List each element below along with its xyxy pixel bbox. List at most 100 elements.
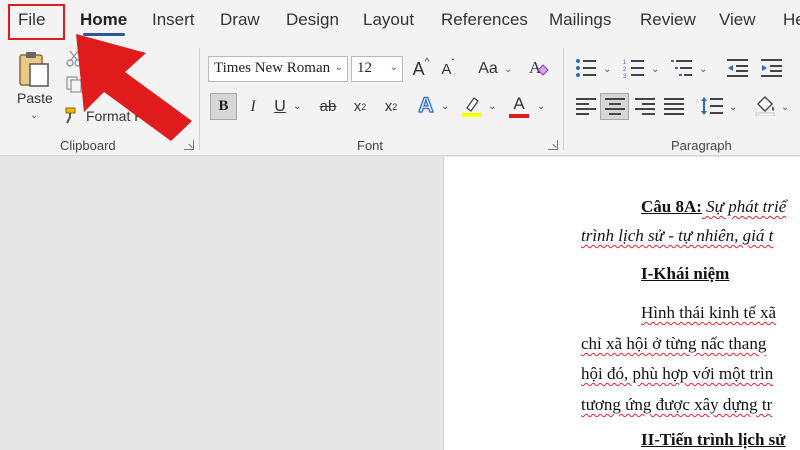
align-center-button[interactable] (603, 94, 627, 118)
numbering-icon: 1 2 3 (623, 60, 644, 78)
paragraph-line-4: tương ứng được xây dựng tr (581, 395, 773, 414)
font-color-button[interactable]: A (507, 92, 531, 120)
tab-review[interactable]: Review (640, 10, 696, 30)
strikethrough-button[interactable]: ab (316, 93, 340, 120)
question-heading: Câu 8A: (641, 197, 702, 216)
cut-button[interactable] (64, 48, 84, 68)
numbering-button[interactable]: 1 2 3 (622, 56, 646, 80)
align-right-button[interactable] (633, 94, 657, 118)
increase-indent-button[interactable] (760, 56, 784, 80)
doc-line-1: Câu 8A: Sự phát triể (641, 197, 786, 217)
question-title: Sự phát triể (701, 197, 787, 216)
chevron-down-icon: ⌄ (334, 62, 343, 73)
text-effects-button[interactable]: A (414, 92, 438, 120)
format-painter-button[interactable] (62, 104, 84, 126)
align-left-icon (576, 98, 596, 115)
format-painter-icon (65, 107, 76, 124)
copy-icon (66, 76, 82, 93)
font-color-dropdown-icon[interactable]: ⌄ (537, 101, 545, 112)
paragraph-line-1: Hình thái kinh tế xã (641, 303, 777, 322)
font-color-swatch (509, 113, 529, 118)
decrease-indent-button[interactable] (726, 56, 750, 80)
tab-draw[interactable]: Draw (220, 10, 260, 30)
tab-help[interactable]: He (783, 10, 800, 30)
doc-line-2: trình lịch sử - tự nhiên, giá t (581, 226, 774, 245)
tab-design[interactable]: Design (286, 10, 339, 30)
section-heading-2: II-Tiến trình lịch sử (641, 430, 786, 449)
font-size-select[interactable]: 12 ⌄ (351, 56, 403, 82)
italic-button[interactable]: I (243, 93, 263, 120)
bullets-icon (576, 59, 596, 77)
group-separator (563, 48, 564, 150)
copy-button[interactable] (64, 74, 84, 94)
underline-dropdown-icon[interactable]: ⌄ (293, 101, 301, 112)
tab-mailings[interactable]: Mailings (549, 10, 611, 30)
tab-insert[interactable]: Insert (152, 10, 195, 30)
change-case-button[interactable]: Aa (473, 56, 503, 82)
bullets-button[interactable] (574, 56, 598, 80)
multilevel-dropdown-icon[interactable]: ⌄ (699, 64, 707, 75)
paragraph-line-3: hội đó, phù hợp với một trìn (581, 364, 774, 383)
paste-button[interactable] (14, 48, 54, 92)
ribbon: Paste ⌄ Format P Clipboard Times New Rom… (0, 40, 800, 156)
format-painter-label[interactable]: Format P (86, 108, 144, 124)
chevron-down-icon: ⌄ (389, 62, 398, 73)
paste-label: Paste (17, 90, 53, 106)
section-heading-1: I-Khái niệm (641, 264, 730, 283)
increase-indent-icon (761, 59, 782, 77)
svg-text:3: 3 (623, 74, 627, 78)
tab-references[interactable]: References (441, 10, 528, 30)
paragraph-group-label: Paragraph (671, 138, 732, 153)
text-effects-dropdown-icon[interactable]: ⌄ (441, 101, 449, 112)
tab-home[interactable]: Home (80, 10, 127, 30)
justify-button[interactable] (662, 94, 686, 118)
clear-formatting-button[interactable]: A (524, 54, 552, 82)
align-left-button[interactable] (574, 94, 598, 118)
paste-icon (19, 52, 49, 87)
superscript-icon: x (384, 98, 393, 115)
align-center-icon (605, 98, 625, 115)
font-name-select[interactable]: Times New Roman ⌄ (208, 56, 348, 82)
line-spacing-dropdown-icon[interactable]: ⌄ (729, 102, 737, 113)
bold-button[interactable]: B (210, 93, 237, 120)
document-canvas (0, 157, 443, 450)
highlight-button[interactable] (460, 92, 484, 120)
font-group-label: Font (357, 138, 384, 153)
tab-layout[interactable]: Layout (363, 10, 414, 30)
scissors-icon (66, 50, 82, 67)
superscript-button[interactable]: x2 (381, 93, 401, 120)
underline-button[interactable]: U (270, 93, 290, 120)
bold-icon: B (218, 98, 229, 114)
clear-formatting-icon: A (529, 58, 549, 77)
numbering-dropdown-icon[interactable]: ⌄ (651, 64, 659, 75)
line-spacing-button[interactable] (700, 94, 724, 118)
file-tab-highlight-box (8, 4, 65, 40)
paragraph-line-2: chỉ xã hội ở từng nấc thang (581, 334, 767, 353)
font-dialog-launcher-icon[interactable] (548, 140, 558, 150)
highlight-dropdown-icon[interactable]: ⌄ (488, 101, 496, 112)
grow-font-button[interactable]: A ^ (410, 56, 432, 82)
multilevel-list-button[interactable] (670, 56, 694, 80)
align-right-icon (635, 98, 655, 115)
clipboard-dialog-launcher-icon[interactable] (184, 140, 194, 150)
ribbon-tabs: File Home Insert Draw Design Layout Refe… (0, 0, 800, 40)
document-page[interactable]: Câu 8A: Sự phát triể trình lịch sử - tự … (443, 157, 800, 450)
active-tab-indicator (83, 33, 125, 36)
shading-dropdown-icon[interactable]: ⌄ (781, 102, 789, 113)
font-size-value: 12 (357, 60, 372, 76)
grow-font-icon: A (412, 58, 425, 79)
font-name-value: Times New Roman (214, 60, 331, 76)
paste-dropdown-icon[interactable]: ⌄ (30, 110, 38, 121)
tab-view[interactable]: View (719, 10, 756, 30)
justify-icon (664, 98, 684, 115)
underline-icon: U (274, 97, 286, 115)
highlight-color-swatch (462, 113, 482, 117)
change-case-dropdown-icon[interactable]: ⌄ (504, 64, 512, 75)
subscript-button[interactable]: x2 (350, 93, 370, 120)
decrease-indent-icon (727, 59, 748, 77)
shading-button[interactable] (752, 92, 778, 118)
bullets-dropdown-icon[interactable]: ⌄ (603, 64, 611, 75)
italic-icon: I (250, 97, 256, 115)
shrink-font-button[interactable]: Aˇ (437, 56, 459, 82)
clipboard-group-label: Clipboard (60, 138, 116, 153)
